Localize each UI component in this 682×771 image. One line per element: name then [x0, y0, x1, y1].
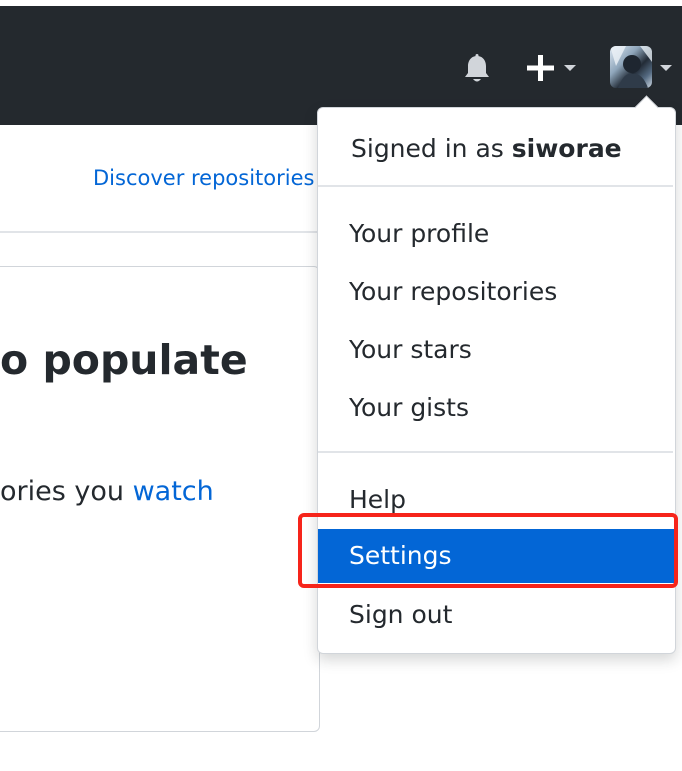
user-menu-button[interactable] — [610, 46, 682, 90]
section-divider — [0, 231, 320, 233]
avatar[interactable] — [610, 46, 652, 88]
menu-divider — [318, 451, 673, 453]
user-dropdown-menu: Signed in as siworae Your profile Your r… — [317, 95, 676, 654]
menu-item-settings[interactable]: Settings — [318, 529, 675, 583]
menu-divider — [318, 185, 673, 187]
discover-repositories-link[interactable]: Discover repositories — [93, 166, 314, 190]
signed-in-header: Signed in as siworae — [351, 134, 622, 163]
create-new-dropdown-button[interactable] — [524, 50, 584, 86]
chevron-down-icon — [564, 65, 576, 71]
menu-item-your-repositories[interactable]: Your repositories — [318, 265, 675, 319]
menu-item-your-profile[interactable]: Your profile — [318, 207, 675, 261]
menu-item-your-stars[interactable]: Your stars — [318, 323, 675, 377]
chevron-down-icon — [660, 65, 672, 71]
browser-edge-strip — [0, 0, 682, 6]
menu-item-help[interactable]: Help — [318, 473, 675, 527]
card-heading: o populate — [0, 336, 248, 384]
signed-in-label: Signed in as — [351, 134, 512, 163]
menu-item-your-gists[interactable]: Your gists — [318, 381, 675, 435]
watch-link[interactable]: watch — [133, 476, 214, 507]
card-description: ories you watch — [0, 476, 214, 507]
menu-item-sign-out[interactable]: Sign out — [318, 588, 675, 642]
bell-icon[interactable] — [460, 52, 494, 86]
card-description-text: ories you — [0, 476, 133, 507]
signed-in-username: siworae — [511, 134, 622, 163]
plus-icon — [527, 55, 554, 81]
